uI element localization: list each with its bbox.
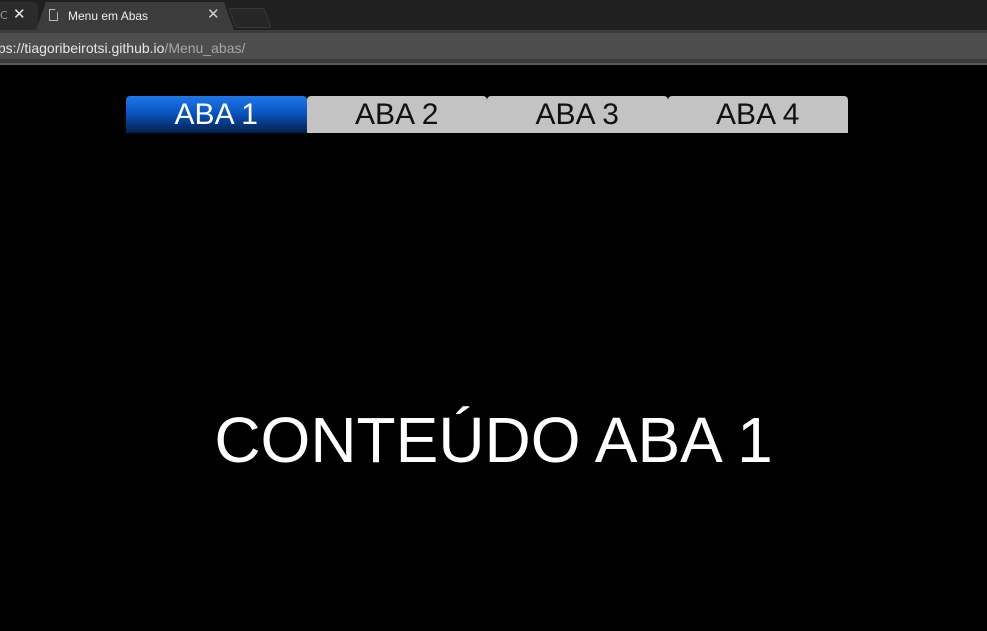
tab-aba-3[interactable]: ABA 3 — [487, 96, 668, 133]
page-viewport: ABA 1 ABA 2 ABA 3 ABA 4 CONTEÚDO ABA 1 — [0, 65, 987, 631]
browser-tab-title: Menu em Abas — [68, 9, 149, 23]
tab-aba-2[interactable]: ABA 2 — [306, 96, 487, 133]
close-tab-icon[interactable]: ✕ — [207, 7, 220, 22]
tab-content: CONTEÚDO ABA 1 — [214, 404, 773, 476]
close-tab-icon[interactable]: ✕ — [13, 7, 26, 22]
page-icon — [49, 9, 58, 21]
browser-tab-title: Cc — [0, 9, 8, 22]
tab-menu: ABA 1 ABA 2 ABA 3 ABA 4 — [126, 96, 848, 133]
tab-aba-4[interactable]: ABA 4 — [667, 96, 848, 133]
url-text[interactable]: tps://tiagoribeirotsi.github.io/Menu_aba… — [0, 40, 245, 56]
address-bar[interactable]: tps://tiagoribeirotsi.github.io/Menu_aba… — [0, 33, 987, 59]
browser-tab-active[interactable]: Menu em Abas ✕ — [36, 2, 234, 30]
browser-tab-strip: Cc ✕ Menu em Abas ✕ — [0, 0, 987, 30]
browser-toolbar: tps://tiagoribeirotsi.github.io/Menu_aba… — [0, 30, 987, 65]
new-tab-button[interactable] — [228, 8, 272, 28]
tab-aba-1[interactable]: ABA 1 — [126, 96, 307, 133]
url-path: /Menu_abas/ — [164, 40, 246, 56]
browser-tab-previous[interactable]: Cc ✕ — [0, 2, 38, 30]
url-host: tps://tiagoribeirotsi.github.io — [0, 40, 165, 56]
